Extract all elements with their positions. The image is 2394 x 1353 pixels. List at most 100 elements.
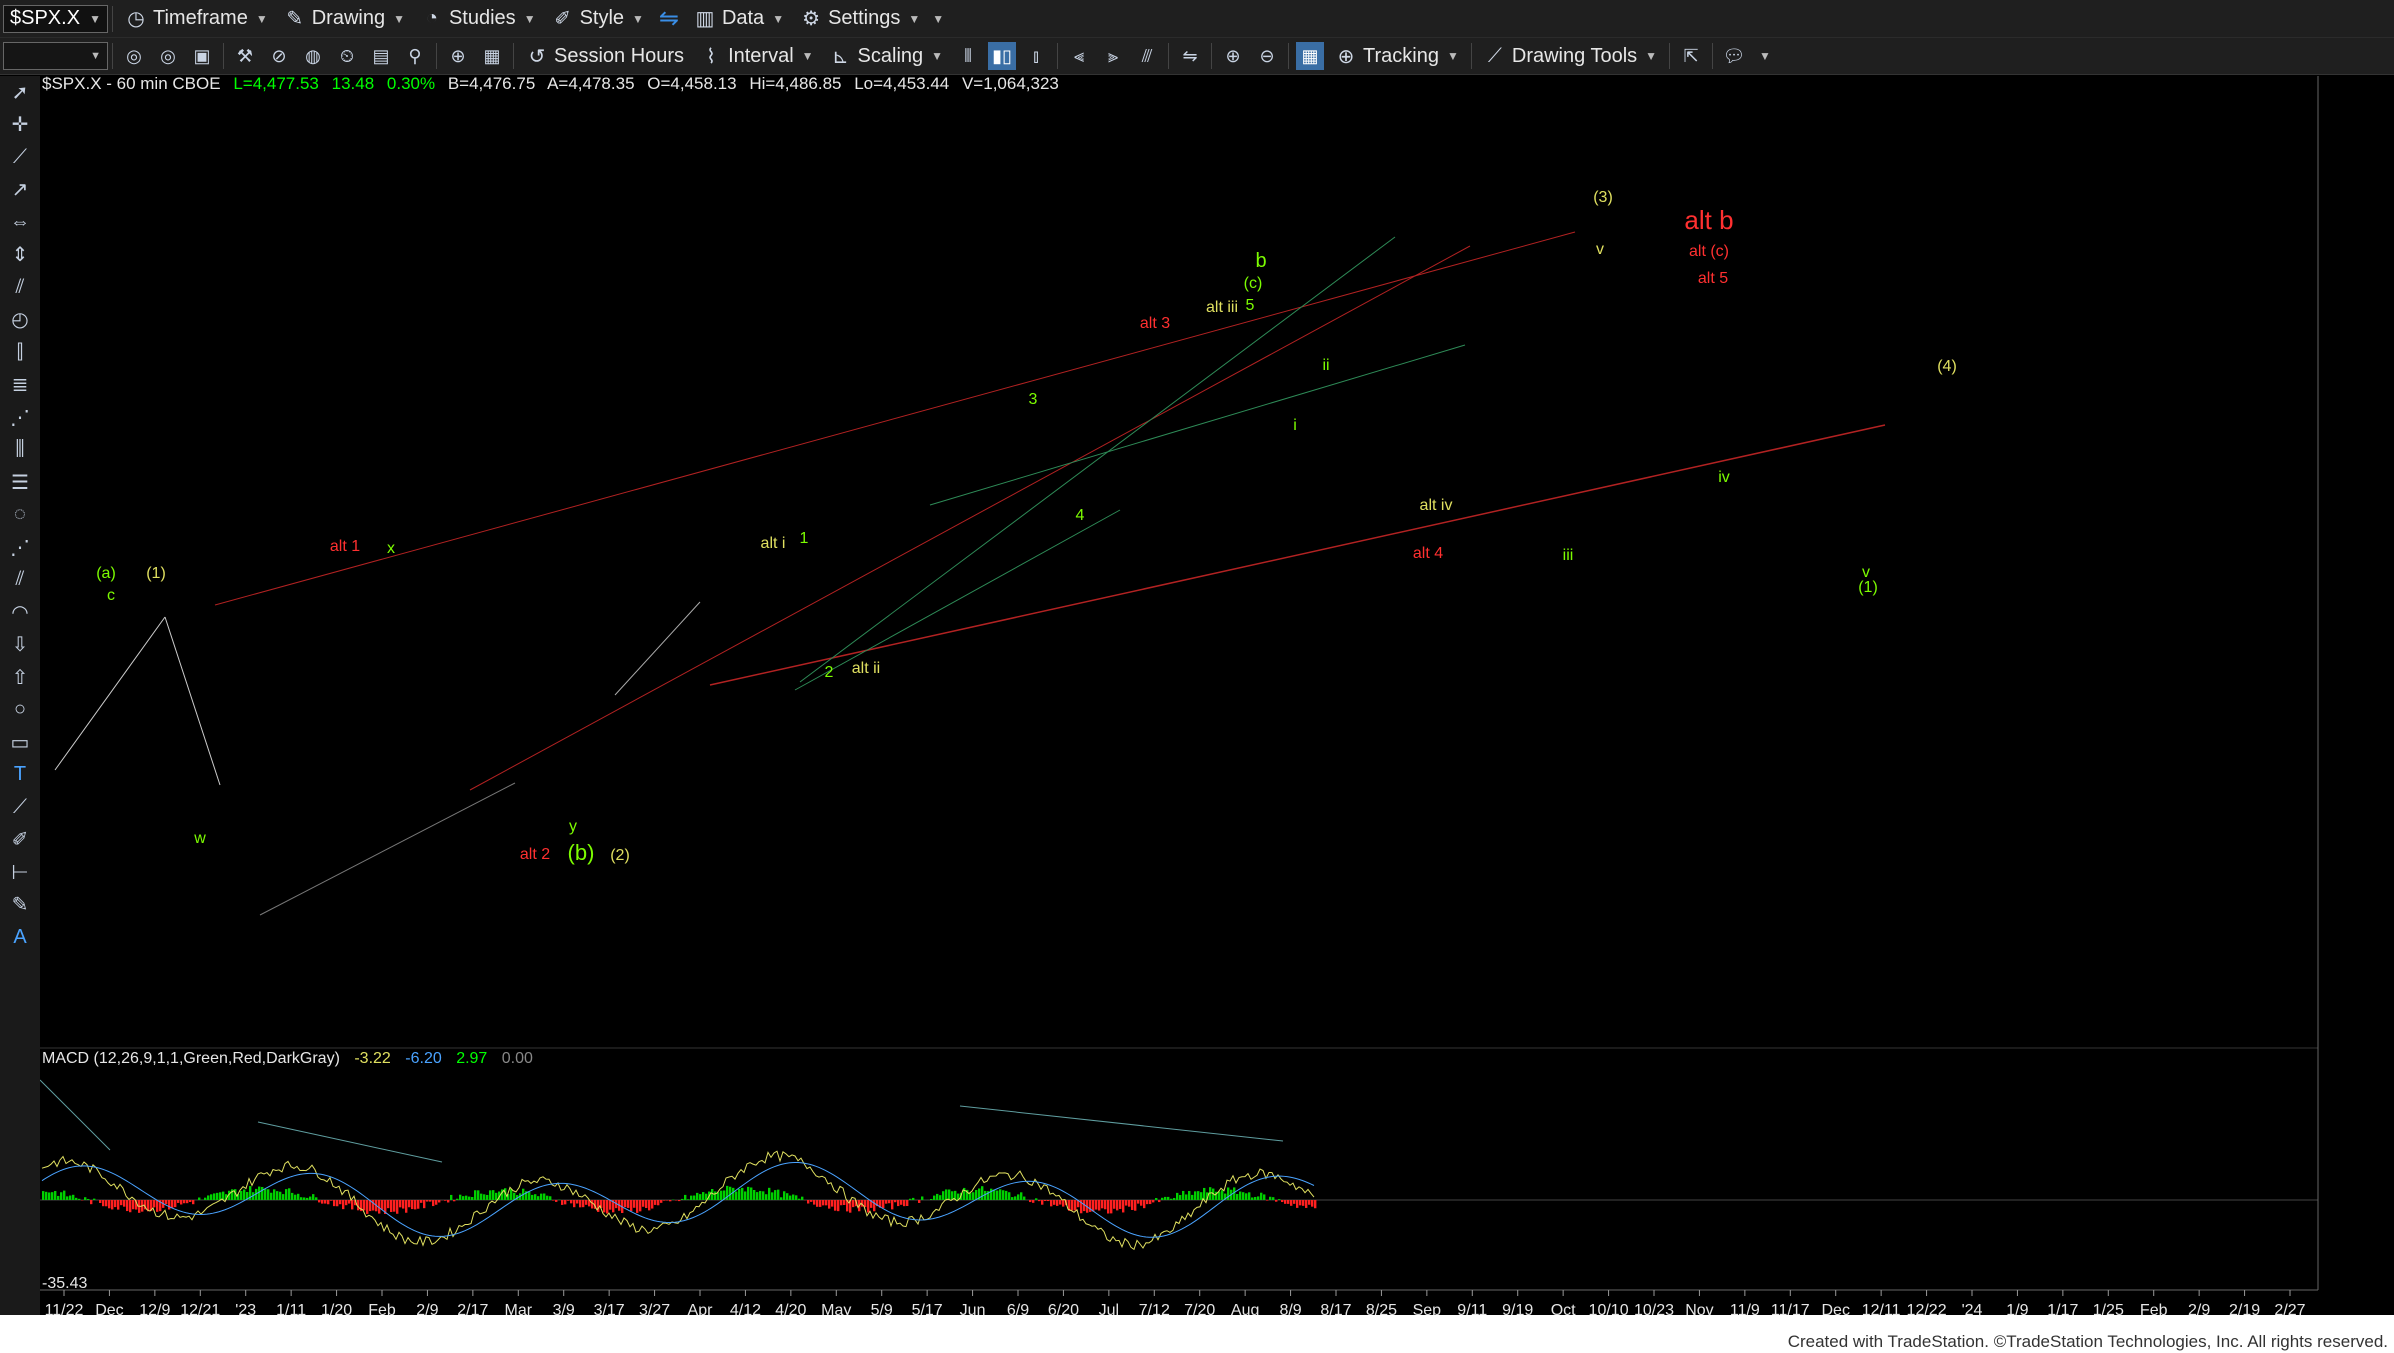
macd-histogram-bar: [1071, 1200, 1074, 1211]
ohlc-icon[interactable]: ⫾: [1022, 42, 1050, 70]
text-icon[interactable]: T: [0, 759, 40, 792]
divider: [223, 43, 224, 69]
macd-histogram-bar: [774, 1190, 777, 1200]
style-menu[interactable]: ✐ Style ▼: [544, 4, 652, 34]
macd-histogram-bar: [294, 1194, 297, 1200]
arrow-down-icon[interactable]: ⇩: [0, 629, 40, 662]
ellipse-icon[interactable]: ○: [0, 694, 40, 727]
macd-histogram-bar: [456, 1198, 459, 1200]
macd-histogram-bar: [1227, 1187, 1230, 1200]
wave-label: alt 3: [1140, 315, 1170, 332]
indicator-icon[interactable]: ◍: [299, 42, 327, 70]
divider: [1470, 43, 1472, 69]
studies-menu[interactable]: ◔ Studies ▼: [413, 4, 544, 34]
time-tick-label: 11/22: [45, 1302, 84, 1315]
macd-histogram-bar: [387, 1200, 390, 1209]
tracking-menu[interactable]: ⊕ Tracking ▼: [1327, 41, 1467, 71]
macd-histogram-bar: [1161, 1197, 1164, 1200]
save-icon[interactable]: ▣: [188, 42, 216, 70]
vertical-line-icon[interactable]: ⇕: [0, 239, 40, 272]
scaling-menu[interactable]: ⊾ Scaling ▼: [822, 41, 952, 71]
macd-histogram-bar: [909, 1198, 912, 1200]
alert-icon[interactable]: ⏲: [333, 42, 361, 70]
chart-icon[interactable]: ◎: [120, 42, 148, 70]
macd-histogram-bar: [444, 1200, 447, 1201]
session-hours-button[interactable]: ↺ Session Hours: [518, 41, 692, 71]
speed-lines-icon[interactable]: ⋰: [0, 401, 40, 434]
arc-icon[interactable]: ◠: [0, 596, 40, 629]
toolbar-overflow-icon[interactable]: ▼: [932, 12, 944, 26]
macd-min-label: -35.43: [42, 1275, 87, 1292]
trendline-icon[interactable]: ⟋: [0, 141, 40, 174]
chat-icon[interactable]: 💬︎: [1720, 42, 1748, 70]
fib-fan-icon[interactable]: ☰: [0, 466, 40, 499]
macd-histogram-bar: [573, 1200, 576, 1208]
footer: Created with TradeStation. ©TradeStation…: [0, 1315, 2394, 1353]
macd-histogram-bar: [696, 1192, 699, 1200]
annotation-icon[interactable]: A: [0, 921, 40, 954]
export-icon[interactable]: ⇱: [1677, 42, 1705, 70]
chart2-icon[interactable]: ◎: [154, 42, 182, 70]
wave-label: iii: [1563, 547, 1574, 564]
link-window-icon[interactable]: ⇋: [655, 5, 683, 33]
wave-label: c: [107, 587, 115, 604]
crosshair-icon[interactable]: ✛: [0, 109, 40, 142]
ruler-icon[interactable]: ⊢: [0, 856, 40, 889]
symbol-selector[interactable]: $SPX.X ▼: [3, 4, 108, 33]
drawing-tools-menu[interactable]: ⟋ Drawing Tools ▼: [1476, 41, 1665, 71]
chevron-down-icon: ▼: [90, 50, 101, 62]
macd-histogram-bar: [105, 1200, 108, 1207]
zoom-out-icon[interactable]: ⊖: [1253, 42, 1281, 70]
tools-icon[interactable]: ⚒: [231, 42, 259, 70]
zoom-in-icon[interactable]: ⊕: [1219, 42, 1247, 70]
horizontal-line-icon[interactable]: ⇔: [0, 206, 40, 239]
drawing-menu[interactable]: ✎ Drawing ▼: [276, 4, 413, 34]
timeframe-menu[interactable]: ◷ Timeframe ▼: [117, 4, 276, 34]
grid-icon[interactable]: ▦: [1296, 42, 1325, 70]
settings-menu[interactable]: ⚙ Settings ▼: [792, 4, 928, 34]
macd-histogram-bar: [1314, 1200, 1317, 1209]
interval-menu[interactable]: ⌇ Interval ▼: [692, 41, 821, 71]
channel-icon[interactable]: ⫽: [0, 271, 40, 304]
window-icon[interactable]: ▦: [478, 42, 506, 70]
lock-icon[interactable]: ▤: [367, 42, 395, 70]
fib-arc-icon[interactable]: ◌: [0, 499, 40, 532]
data-menu[interactable]: ▥ Data ▼: [686, 4, 792, 34]
macd-histogram-bar: [471, 1197, 474, 1200]
time-tick-label: Feb: [2140, 1302, 2168, 1315]
delete-drawing-icon[interactable]: ✐: [0, 824, 40, 857]
compress-icon[interactable]: ⫸: [1099, 42, 1127, 70]
macd-histogram-bar: [1305, 1200, 1308, 1208]
macd-histogram-bar: [873, 1200, 876, 1212]
strategy-icon[interactable]: ⊕: [444, 42, 472, 70]
regression-icon[interactable]: ⫽: [0, 564, 40, 597]
fib-extension-icon[interactable]: ⫿: [0, 336, 40, 369]
fib-retracement-icon[interactable]: ≣: [0, 369, 40, 402]
rectangle-icon[interactable]: ▭: [0, 726, 40, 759]
scroll-left-icon[interactable]: ⫷: [1065, 42, 1093, 70]
candlestick-icon[interactable]: ▮▯: [988, 42, 1017, 70]
macd-histogram-bar: [690, 1195, 693, 1200]
line-icon[interactable]: ⟋: [0, 791, 40, 824]
stop-icon[interactable]: ⊘: [265, 42, 293, 70]
andrews-pitchfork-icon[interactable]: ⋰: [0, 531, 40, 564]
time-tick-label: 1/17: [2047, 1302, 2078, 1315]
time-tick-label: 8/17: [1320, 1302, 1351, 1315]
expand-icon[interactable]: ⫻: [1133, 42, 1161, 70]
highlighter-icon[interactable]: ✎: [0, 889, 40, 922]
pointer-icon[interactable]: ➚: [0, 76, 40, 109]
search-icon[interactable]: ⚲: [401, 42, 429, 70]
macd-value-1: -3.22: [354, 1050, 391, 1067]
bar-type-icon[interactable]: ⫴: [954, 42, 982, 70]
chevron-down-icon[interactable]: ▼: [1759, 49, 1771, 63]
ray-icon[interactable]: ↗: [0, 174, 40, 207]
layout-icon[interactable]: ⇋: [1176, 42, 1204, 70]
macd-histogram-bar: [822, 1200, 825, 1206]
macd-histogram-bar: [1047, 1200, 1050, 1202]
macd-histogram-bar: [945, 1189, 948, 1200]
gann-icon[interactable]: ◴: [0, 304, 40, 337]
arrow-up-icon[interactable]: ⇧: [0, 661, 40, 694]
price-chart[interactable]: 176.40% (4,873.99)161.80% (4,785.71)138.…: [40, 76, 2394, 1315]
workspace-selector[interactable]: ▼: [3, 42, 108, 70]
fib-time-icon[interactable]: ⫼: [0, 434, 40, 467]
